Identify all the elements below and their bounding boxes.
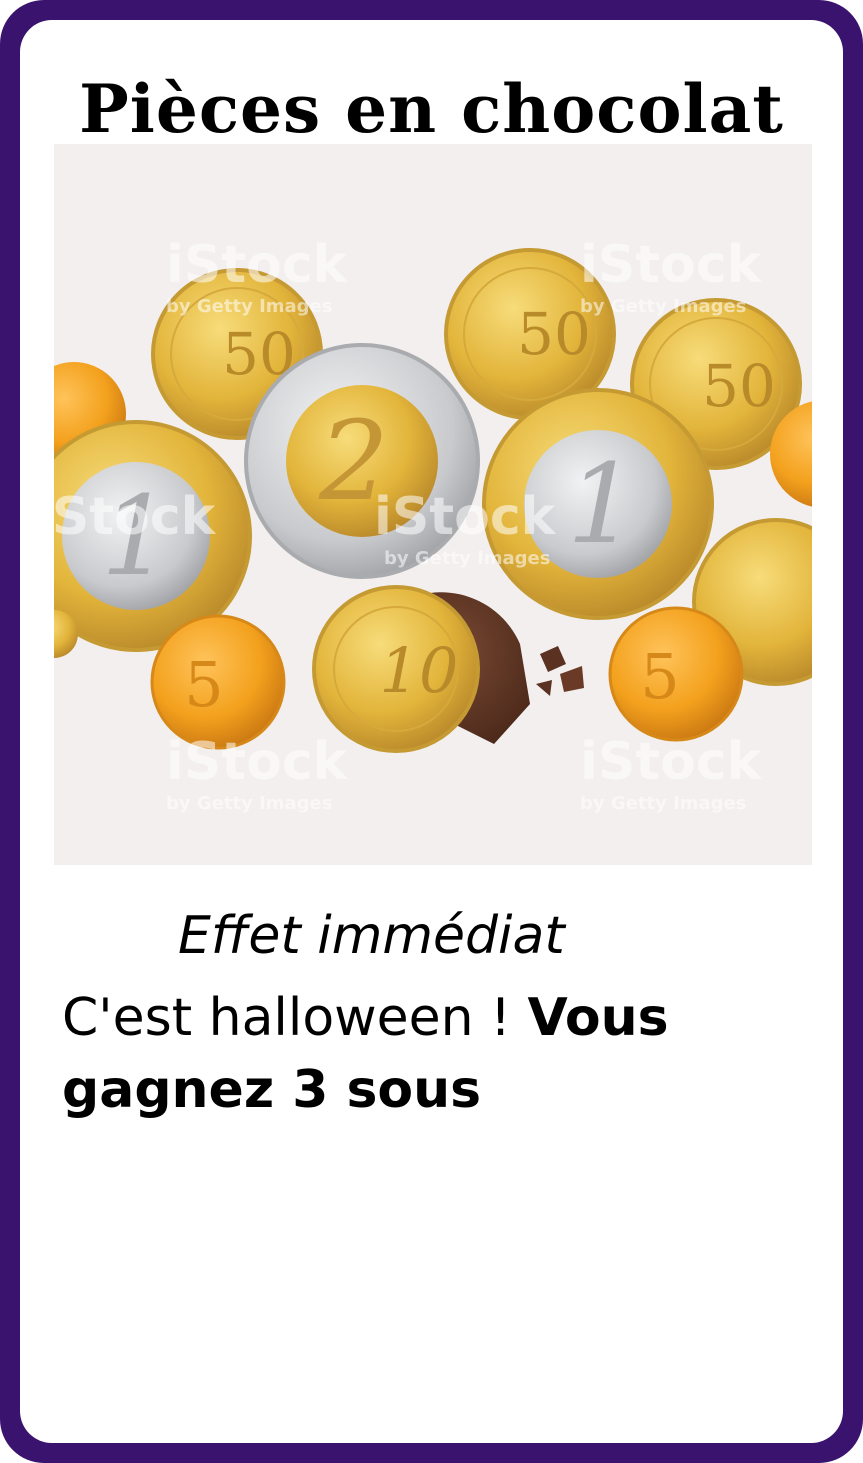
svg-text:by Getty Images: by Getty Images	[166, 793, 332, 814]
svg-text:by Getty Images: by Getty Images	[384, 548, 550, 569]
svg-text:iStock: iStock	[166, 732, 349, 792]
svg-text:iStock: iStock	[374, 487, 557, 547]
effect-description: C'est halloween ! Vous gagnez 3 sous	[62, 982, 802, 1126]
card-title: Pièces en chocolat	[79, 70, 784, 148]
coin-numeral: 5	[640, 640, 679, 713]
card-illustration: 50 1 2 50 50 1 10 5 5 iStock by Getty Im…	[54, 144, 812, 865]
svg-text:iStock: iStock	[166, 235, 349, 295]
svg-text:by Getty Images: by Getty Images	[580, 296, 746, 317]
svg-text:iStock: iStock	[54, 487, 217, 547]
coin-numeral: 1	[567, 440, 637, 568]
coin-5-cent: 5	[150, 614, 286, 750]
svg-text:iStock: iStock	[580, 732, 763, 792]
game-card[interactable]: Pièces en chocolat 50 1 2 50 50 1 10 5 5…	[0, 0, 863, 1463]
coin-numeral: 5	[184, 648, 223, 721]
card-face: Pièces en chocolat 50 1 2 50 50 1 10 5 5…	[20, 20, 843, 1443]
svg-text:by Getty Images: by Getty Images	[580, 793, 746, 814]
coin-10-cent: 10	[312, 585, 480, 753]
svg-text:by Getty Images: by Getty Images	[166, 296, 332, 317]
coin-5-cent: 5	[608, 606, 744, 742]
coin-numeral: 50	[702, 352, 776, 420]
effect-text-plain: C'est halloween !	[62, 988, 528, 1048]
svg-text:iStock: iStock	[580, 235, 763, 295]
chocolate-coins-image: 50 1 2 50 50 1 10 5 5 iStock by Getty Im…	[54, 144, 812, 865]
effect-timing-label: Effet immédiat	[178, 906, 565, 966]
coin-numeral: 10	[380, 634, 459, 707]
